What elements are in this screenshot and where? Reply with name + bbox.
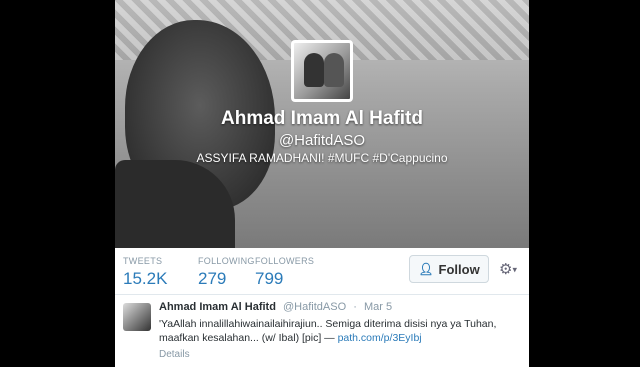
tweet-body: 'YaAllah innalillahiwainailaihirajiun.. …: [159, 318, 497, 344]
tweet-text: 'YaAllah innalillahiwainailaihirajiun.. …: [159, 317, 521, 345]
chevron-down-icon: ▾: [512, 264, 517, 275]
stat-followers-value: 799: [255, 269, 284, 288]
follow-button-label: Follow: [438, 261, 480, 277]
settings-dropdown[interactable]: ⚙▾: [499, 260, 517, 278]
tweet-item[interactable]: Ahmad Imam Al Hafitd @HafitdASO · Mar 5 …: [115, 295, 529, 367]
tweet-separator: ·: [353, 301, 357, 313]
profile-card: Ahmad Imam Al Hafitd @HafitdASO ASSYIFA …: [115, 0, 529, 367]
profile-name: Ahmad Imam Al Hafitd: [221, 108, 423, 129]
stat-followers[interactable]: FOLLOWERS 799: [255, 256, 314, 289]
add-user-icon: 👤︎: [418, 262, 434, 276]
stat-followers-label: FOLLOWERS: [255, 256, 315, 266]
avatar-person-2: [324, 53, 344, 87]
follow-button[interactable]: 👤︎ Follow: [409, 255, 489, 283]
tweet-details-link[interactable]: Details: [159, 349, 190, 360]
tweet-header: Ahmad Imam Al Hafitd @HafitdASO · Mar 5: [159, 301, 392, 313]
tweet-author-name[interactable]: Ahmad Imam Al Hafitd: [159, 301, 276, 313]
tweet-timestamp[interactable]: Mar 5: [364, 301, 392, 313]
profile-avatar[interactable]: [291, 40, 353, 102]
stat-tweets-label: TWEETS: [123, 256, 163, 266]
profile-bio: ASSYIFA RAMADHANI! #MUFC #D'Cappucino: [196, 151, 448, 165]
stat-tweets-value: 15.2K: [123, 269, 168, 288]
stat-following[interactable]: FOLLOWING 279: [198, 256, 255, 289]
tweet-link[interactable]: path.com/p/3EyIbj: [338, 332, 422, 344]
stat-following-value: 279: [198, 269, 227, 288]
tweet-author-handle[interactable]: @HafitdASO: [283, 301, 346, 313]
profile-stats-bar: TWEETS 15.2K FOLLOWING 279 FOLLOWERS 799…: [115, 248, 529, 295]
profile-header: Ahmad Imam Al Hafitd @HafitdASO ASSYIFA …: [115, 0, 529, 248]
tweet-avatar[interactable]: [123, 303, 151, 331]
avatar-person-1: [304, 53, 324, 87]
profile-handle[interactable]: @HafitdASO: [115, 132, 529, 149]
stat-tweets[interactable]: TWEETS 15.2K: [123, 256, 167, 289]
gear-icon: ⚙: [499, 261, 513, 278]
stat-following-label: FOLLOWING: [198, 256, 255, 266]
